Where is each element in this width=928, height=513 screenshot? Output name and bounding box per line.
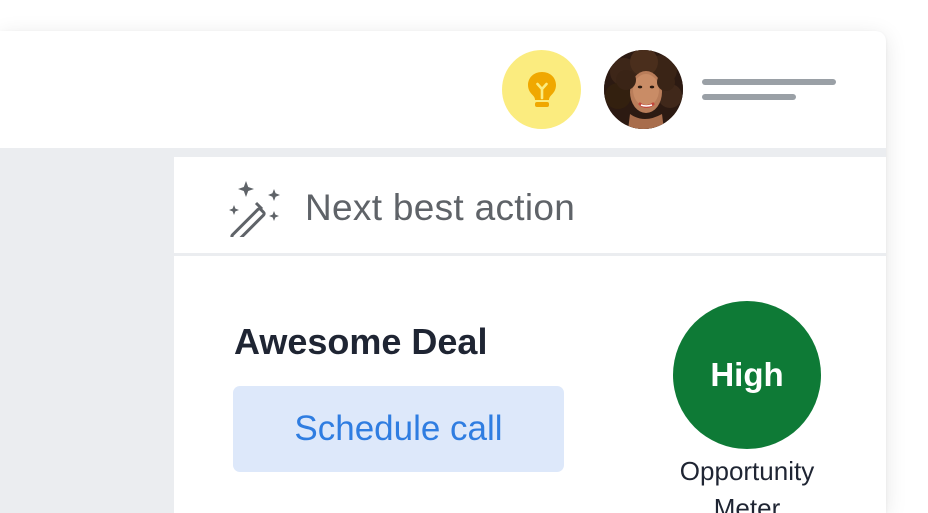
avatar[interactable] xyxy=(604,50,683,129)
app-window: Next best action Awesome Deal Schedule c… xyxy=(0,31,886,513)
deal-name: Awesome Deal xyxy=(234,321,488,362)
magic-wand-sparkles-icon xyxy=(229,181,280,237)
user-name-placeholder xyxy=(702,79,836,85)
schedule-call-button[interactable]: Schedule call xyxy=(233,386,564,472)
opportunity-meter-label: Opportunity Meter xyxy=(647,453,847,513)
stage: Next best action Awesome Deal Schedule c… xyxy=(0,0,928,513)
meter-label-line-1: Opportunity xyxy=(679,456,815,486)
opportunity-level: High xyxy=(710,356,784,393)
user-subtitle-placeholder xyxy=(702,94,796,100)
meter-label-line-2: Meter xyxy=(713,493,781,513)
panel-header: Next best action xyxy=(174,157,886,256)
top-bar xyxy=(0,31,886,148)
lightbulb-icon xyxy=(527,71,556,107)
next-best-action-panel: Next best action Awesome Deal Schedule c… xyxy=(174,157,886,513)
user-photo xyxy=(604,50,683,129)
panel-title: Next best action xyxy=(305,187,576,228)
opportunity-meter-badge: High xyxy=(673,301,821,449)
insights-button[interactable] xyxy=(502,50,581,129)
